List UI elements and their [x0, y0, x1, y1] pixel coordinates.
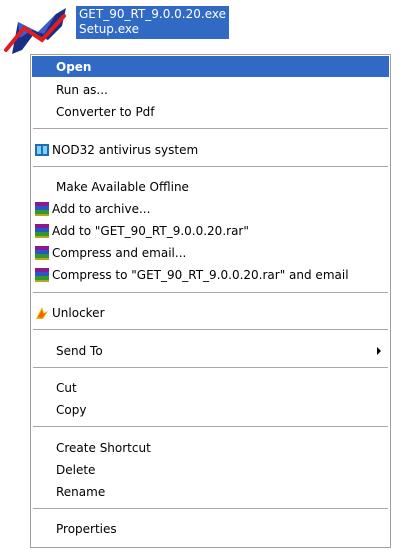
- menu-separator: [33, 426, 388, 427]
- menu-item-cut-label: Cut: [56, 380, 77, 395]
- menu-item-run-as[interactable]: Run as...: [32, 79, 389, 100]
- menu-item-rename[interactable]: Rename: [32, 481, 389, 502]
- menu-item-properties[interactable]: Properties: [32, 518, 389, 539]
- winrar-icon: [35, 223, 49, 238]
- menu-item-create-shortcut[interactable]: Create Shortcut: [32, 437, 389, 458]
- menu-item-cut[interactable]: Cut: [32, 377, 389, 398]
- menu-item-compress-to-rar-and-email[interactable]: Compress to "GET_90_RT_9.0.0.20.rar" and…: [32, 264, 389, 285]
- menu-item-copy-label: Copy: [56, 402, 87, 417]
- winrar-icon: [35, 201, 49, 216]
- menu-item-open-label: Open: [56, 59, 92, 74]
- winrar-icon: [35, 245, 49, 260]
- menu-item-send-to[interactable]: Send To: [32, 340, 389, 361]
- menu-item-run-as-label: Run as...: [56, 82, 108, 97]
- menu-item-send-to-label: Send To: [56, 343, 103, 358]
- menu-item-unlocker[interactable]: Unlocker: [32, 302, 389, 323]
- menu-item-add-to-archive[interactable]: Add to archive...: [32, 198, 389, 219]
- unlocker-icon: [36, 306, 48, 319]
- menu-item-add-to-rar[interactable]: Add to "GET_90_RT_9.0.0.20.rar": [32, 220, 389, 241]
- menu-item-nod32-label: NOD32 antivirus system: [52, 142, 199, 157]
- menu-item-converter-to-pdf-label: Converter to Pdf: [56, 104, 155, 119]
- file-name-line-1: GET_90_RT_9.0.0.20.exe: [79, 7, 226, 21]
- file-name-label[interactable]: GET_90_RT_9.0.0.20.exe Setup.exe: [76, 6, 229, 39]
- menu-item-create-shortcut-label: Create Shortcut: [56, 440, 151, 455]
- menu-item-unlocker-label: Unlocker: [52, 305, 105, 320]
- menu-item-delete[interactable]: Delete: [32, 459, 389, 480]
- installer-file-icon[interactable]: [4, 4, 70, 58]
- menu-item-make-available-offline[interactable]: Make Available Offline: [32, 176, 389, 197]
- menu-separator: [33, 128, 388, 129]
- menu-item-copy[interactable]: Copy: [32, 399, 389, 420]
- menu-item-rename-label: Rename: [56, 484, 106, 499]
- menu-item-nod32[interactable]: NOD32 antivirus system: [32, 139, 389, 160]
- menu-item-converter-to-pdf[interactable]: Converter to Pdf: [32, 101, 389, 122]
- menu-item-compress-and-email[interactable]: Compress and email...: [32, 242, 389, 263]
- submenu-arrow-icon: [377, 347, 381, 355]
- menu-item-make-available-offline-label: Make Available Offline: [56, 179, 189, 194]
- menu-separator: [33, 367, 388, 368]
- menu-item-add-to-archive-label: Add to archive...: [52, 201, 151, 216]
- menu-separator: [33, 292, 388, 293]
- nod32-icon: [35, 143, 49, 156]
- menu-separator: [33, 329, 388, 330]
- menu-item-properties-label: Properties: [56, 521, 117, 536]
- menu-item-compress-to-rar-and-email-label: Compress to "GET_90_RT_9.0.0.20.rar" and…: [52, 267, 349, 282]
- context-menu: Open Run as... Converter to Pdf NOD32 an…: [30, 54, 391, 548]
- menu-separator: [33, 508, 388, 509]
- menu-item-open[interactable]: Open: [32, 56, 389, 77]
- menu-item-add-to-rar-label: Add to "GET_90_RT_9.0.0.20.rar": [52, 223, 249, 238]
- menu-item-compress-and-email-label: Compress and email...: [52, 245, 187, 260]
- file-name-line-2: Setup.exe: [79, 22, 140, 36]
- winrar-icon: [35, 267, 49, 282]
- menu-item-delete-label: Delete: [56, 462, 96, 477]
- menu-separator: [33, 166, 388, 167]
